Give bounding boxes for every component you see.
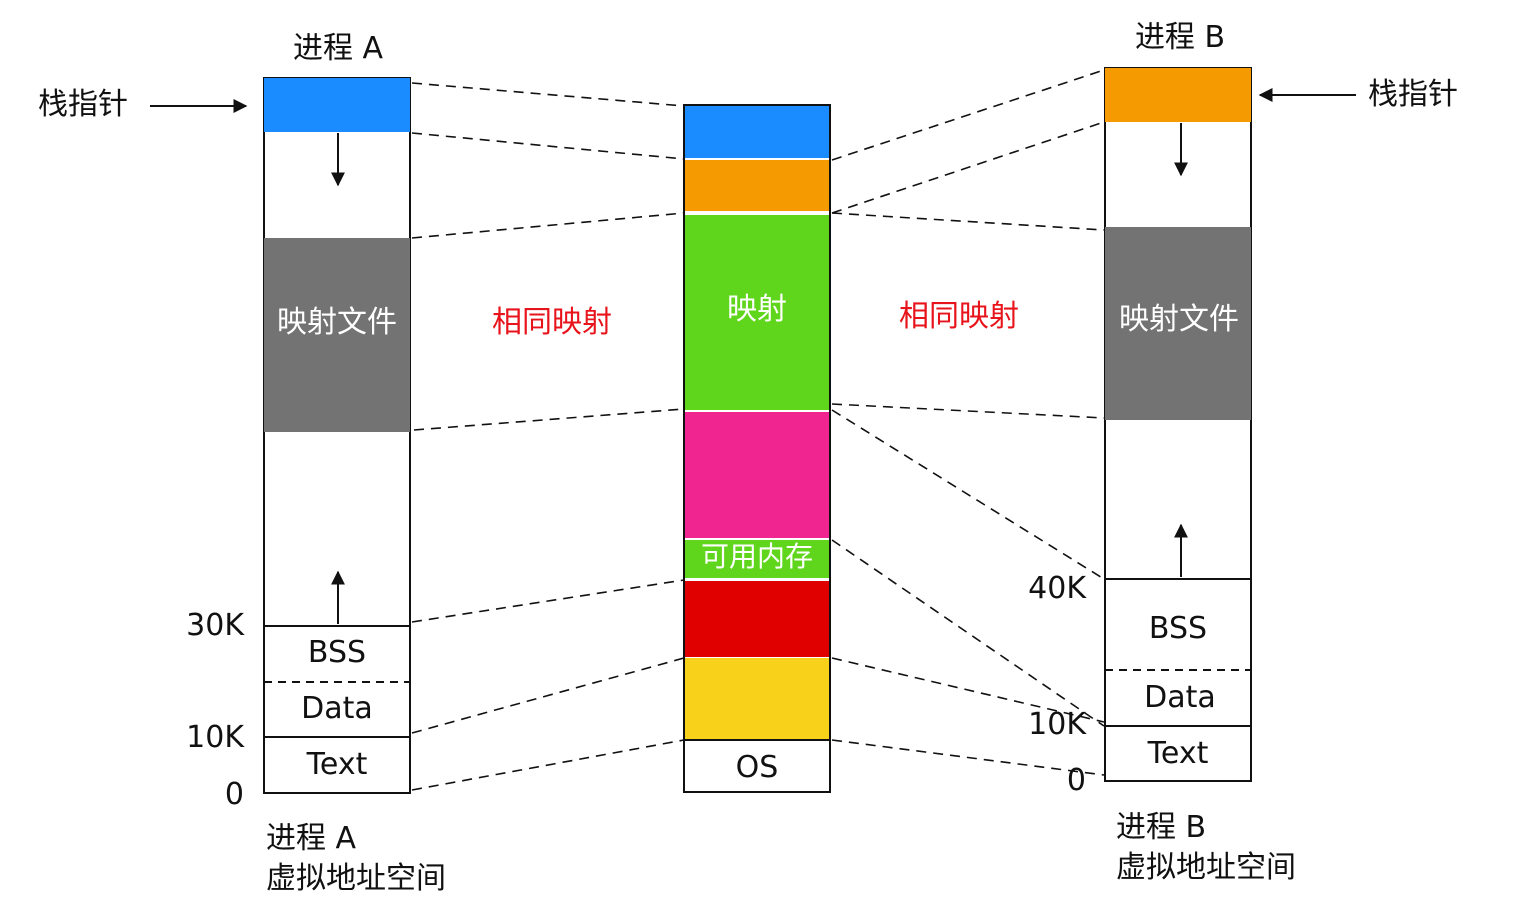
- physical-free-memory-label: 可用内存: [700, 540, 814, 573]
- map-line-a-stack-bottom: [411, 132, 685, 160]
- same-mapping-label-right: 相同映射: [899, 299, 1019, 334]
- process-a-column: [150, 77, 411, 794]
- process-a-caption-line1: 进程 A: [266, 821, 357, 856]
- process-b-mapped-file-label: 映射文件: [1119, 302, 1239, 337]
- map-line-a-bss: [411, 579, 685, 623]
- process-b-outline: [1104, 67, 1252, 782]
- map-line-b-mapped-bottom: [831, 403, 1105, 419]
- physical-pink-block: [685, 412, 829, 538]
- physical-mapping-label: 映射: [727, 292, 787, 327]
- map-line-b-mapped-top: [831, 212, 1105, 231]
- process-b-title: 进程 B: [1134, 20, 1226, 55]
- map-line-a-data: [411, 657, 685, 734]
- process-b-caption-line1: 进程 B: [1116, 810, 1207, 845]
- process-a-mapped-file-label: 映射文件: [277, 305, 397, 340]
- process-b-addr-10k: 10K: [1028, 707, 1086, 742]
- physical-stack-b-block: [685, 160, 829, 211]
- map-line-a-mapped-top: [411, 212, 685, 239]
- process-a-stack-pointer-label: 栈指针: [38, 87, 128, 122]
- process-b-addr-0: 0: [1066, 763, 1086, 798]
- same-mapping-label-left: 相同映射: [492, 305, 612, 340]
- map-line-b-free-to-10k: [831, 539, 1105, 727]
- map-line-b-stack-top: [831, 69, 1105, 161]
- process-b-stack-block: [1105, 68, 1251, 122]
- physical-stack-a-block: [685, 106, 829, 158]
- map-line-a-stack-top: [411, 82, 685, 107]
- process-a-addr-30k: 30K: [186, 608, 244, 643]
- process-b-stack-pointer-label: 栈指针: [1368, 77, 1458, 112]
- physical-yellow-block: [685, 658, 829, 739]
- process-a-stack-block: [264, 78, 410, 132]
- process-b-caption-line2: 虚拟地址空间: [1116, 850, 1296, 885]
- physical-memory-column: [683, 104, 831, 793]
- map-line-b-pink-to-40k: [831, 409, 1105, 580]
- process-b-text-label: Text: [1147, 736, 1209, 771]
- process-a-outline: [263, 77, 411, 794]
- physical-os-label: OS: [735, 750, 779, 785]
- map-line-a-mapped-bottom: [413, 408, 685, 431]
- process-b-data-label: Data: [1144, 680, 1216, 715]
- process-a-addr-0: 0: [224, 777, 244, 812]
- map-line-b-os-to-0: [831, 739, 1105, 776]
- process-a-bss-label: BSS: [307, 635, 367, 670]
- map-line-b-stack-bottom: [831, 121, 1105, 214]
- process-b-column: [1104, 67, 1356, 782]
- map-line-a-text: [411, 739, 685, 791]
- process-a-title: 进程 A: [292, 31, 384, 66]
- process-a-caption-line2: 虚拟地址空间: [266, 861, 446, 896]
- process-b-bss-label: BSS: [1148, 611, 1208, 646]
- process-a-addr-10k: 10K: [186, 720, 244, 755]
- physical-red-block: [685, 581, 829, 657]
- process-a-text-label: Text: [306, 747, 368, 782]
- process-a-data-label: Data: [301, 691, 373, 726]
- process-b-addr-40k: 40K: [1028, 571, 1086, 606]
